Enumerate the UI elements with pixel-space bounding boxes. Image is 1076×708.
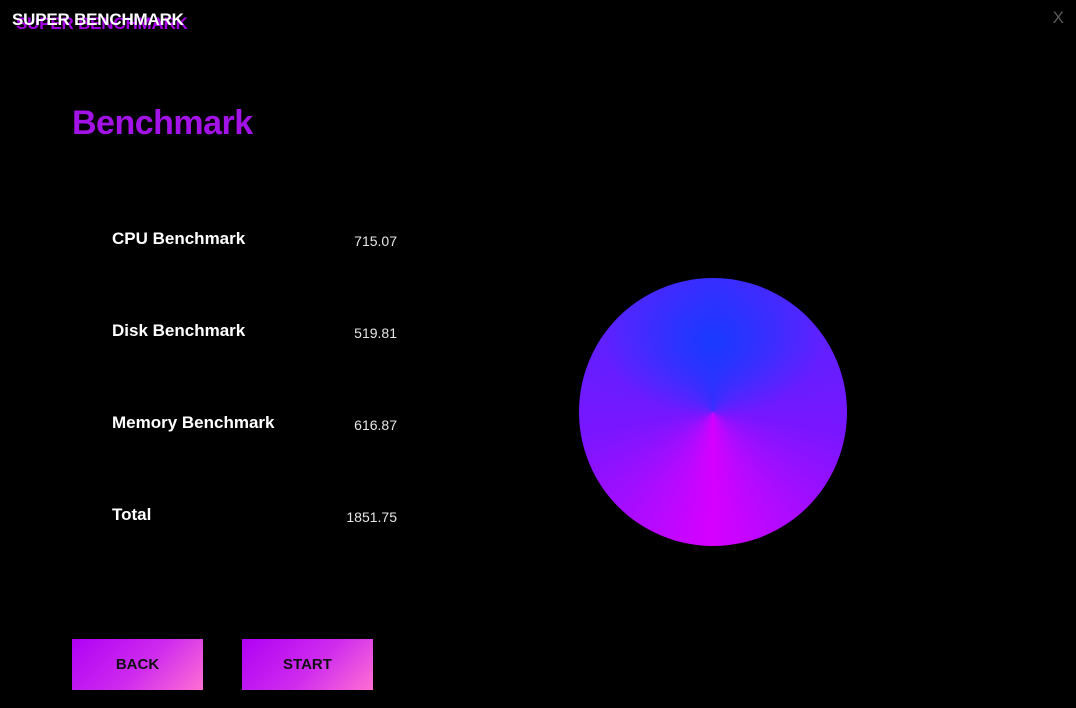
close-button[interactable]: X — [1053, 8, 1064, 28]
memory-benchmark-value: 616.87 — [354, 417, 397, 433]
total-label: Total — [112, 505, 152, 524]
start-button[interactable]: START — [242, 639, 373, 690]
total-value: 1851.75 — [346, 509, 397, 525]
result-row-memory: Memory Benchmark 616.87 — [112, 413, 412, 439]
cpu-benchmark-value: 715.07 — [354, 233, 397, 249]
page-title: Benchmark — [72, 104, 253, 142]
app-title: SUPER BENCHMARK — [12, 10, 184, 29]
back-button[interactable]: BACK — [72, 639, 203, 690]
result-row-total: Total 1851.75 — [112, 505, 412, 531]
result-row-disk: Disk Benchmark 519.81 — [112, 321, 412, 347]
benchmark-gauge-circle — [579, 278, 847, 546]
disk-benchmark-label: Disk Benchmark — [112, 321, 246, 340]
result-row-cpu: CPU Benchmark 715.07 — [112, 229, 412, 255]
memory-benchmark-label: Memory Benchmark — [112, 413, 275, 432]
disk-benchmark-value: 519.81 — [354, 325, 397, 341]
cpu-benchmark-label: CPU Benchmark — [112, 229, 246, 248]
